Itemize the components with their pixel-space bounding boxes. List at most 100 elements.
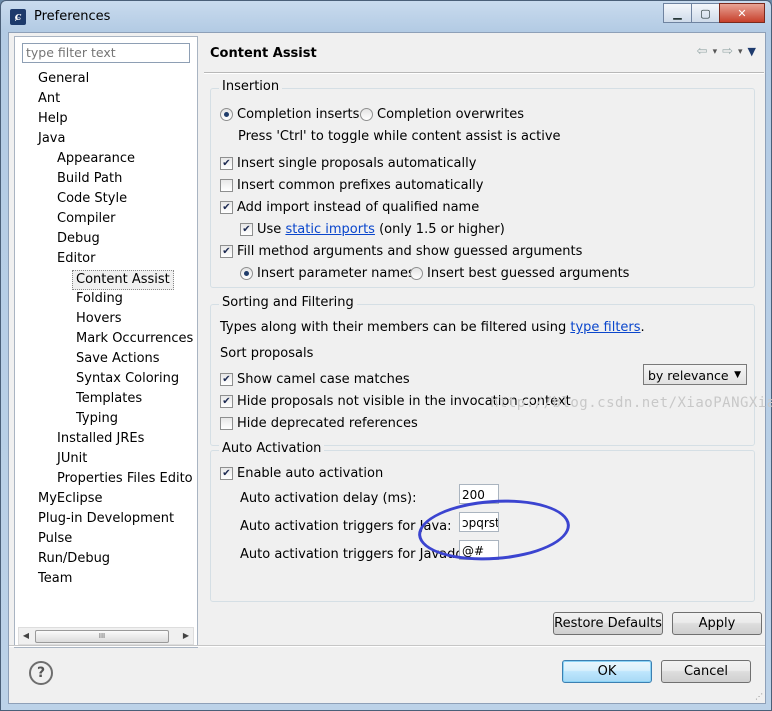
close-button[interactable]: ✕	[719, 3, 765, 23]
scroll-left-icon[interactable]: ◀	[19, 628, 33, 644]
insert-single-checkbox[interactable]: ✔ Insert single proposals automatically	[220, 156, 476, 171]
tree-item[interactable]: Save Actions	[76, 350, 160, 368]
scroll-right-icon[interactable]: ▶	[179, 628, 193, 644]
completion-overwrites-radio[interactable]: Completion overwrites	[360, 107, 524, 122]
auto-activation-group-label: Auto Activation	[219, 441, 325, 456]
tree-horizontal-scrollbar[interactable]: ◀ III ▶	[18, 627, 194, 645]
checkbox-checked-icon[interactable]: ✔	[220, 395, 233, 408]
tree-item[interactable]: Mark Occurrences	[76, 330, 193, 348]
title-separator	[204, 72, 764, 74]
show-camel-case-checkbox[interactable]: ✔ Show camel case matches	[220, 372, 410, 387]
forward-history-dropdown-icon[interactable]: ▾	[738, 47, 743, 57]
tree-item[interactable]: Properties Files Edito	[57, 470, 193, 488]
restore-defaults-button[interactable]: Restore Defaults	[553, 612, 663, 635]
checkbox-label: Fill method arguments and show guessed a…	[237, 244, 583, 259]
tree-item[interactable]: Run/Debug	[38, 550, 110, 568]
help-icon[interactable]: ?	[29, 661, 53, 685]
tree-item[interactable]: MyEclipse	[38, 490, 103, 508]
insert-common-checkbox[interactable]: Insert common prefixes automatically	[220, 178, 484, 193]
back-arrow-icon[interactable]: ⇦	[697, 44, 708, 59]
forward-arrow-icon[interactable]: ⇨	[722, 44, 733, 59]
resize-grip-icon[interactable]: ⋰	[755, 692, 763, 701]
tree-item[interactable]: Appearance	[57, 150, 135, 168]
tree-item[interactable]: Content Assist	[72, 270, 174, 290]
content-assist-page: Content Assist ⇦ ▾ ⇨ ▾ ▼ Insertion Compl…	[204, 36, 772, 635]
apply-button[interactable]: Apply	[672, 612, 762, 635]
checkbox-checked-icon[interactable]: ✔	[220, 157, 233, 170]
radio-unselected-icon[interactable]	[410, 267, 423, 280]
tree-item[interactable]: Syntax Coloring	[76, 370, 179, 388]
insert-best-guessed-radio[interactable]: Insert best guessed arguments	[410, 266, 629, 281]
type-filters-text: Types along with their members can be fi…	[220, 320, 645, 335]
fill-method-args-checkbox[interactable]: ✔ Fill method arguments and show guessed …	[220, 244, 582, 259]
checkbox-unchecked-icon[interactable]	[220, 417, 233, 430]
back-history-dropdown-icon[interactable]: ▾	[713, 47, 718, 57]
tree-item[interactable]: Hovers	[76, 310, 122, 328]
radio-selected-icon[interactable]	[220, 108, 233, 121]
tree-item[interactable]: Pulse	[38, 530, 72, 548]
checkbox-checked-icon[interactable]: ✔	[220, 245, 233, 258]
radio-label: Completion inserts	[237, 107, 360, 122]
use-static-imports-checkbox[interactable]: ✔ Use static imports (only 1.5 or higher)	[240, 222, 505, 237]
sort-proposals-select[interactable]: by relevance ▼	[643, 364, 747, 385]
checkbox-label: Enable auto activation	[237, 466, 384, 481]
checkbox-label: Insert common prefixes automatically	[237, 178, 484, 193]
radio-selected-icon[interactable]	[240, 267, 253, 280]
eclipse-app-icon: ɕ	[10, 9, 26, 25]
tree-item[interactable]: Folding	[76, 290, 123, 308]
title-bar[interactable]: ɕ Preferences ▁ ▢ ✕	[1, 1, 771, 33]
tree-item[interactable]: Installed JREs	[57, 430, 144, 448]
toggle-hint-text: Press 'Ctrl' to toggle while content ass…	[238, 129, 561, 144]
ok-button[interactable]: OK	[562, 660, 652, 683]
tree-item[interactable]: Compiler	[57, 210, 116, 228]
tree-item[interactable]: Editor	[57, 250, 95, 268]
filter-input[interactable]	[22, 43, 190, 63]
checkbox-checked-icon[interactable]: ✔	[220, 467, 233, 480]
checkbox-label-suffix: (only 1.5 or higher)	[379, 222, 505, 237]
radio-label: Completion overwrites	[377, 107, 525, 122]
sorting-group-label: Sorting and Filtering	[219, 295, 357, 310]
scrollbar-thumb[interactable]: III	[35, 630, 169, 643]
type-filters-link[interactable]: type filters	[570, 320, 640, 335]
tree-item[interactable]: Code Style	[57, 190, 127, 208]
tree-item[interactable]: Templates	[76, 390, 142, 408]
tree-item[interactable]: Team	[38, 570, 72, 588]
window-title: Preferences	[34, 9, 111, 24]
sort-proposals-value: by relevance	[648, 368, 729, 383]
tree-item[interactable]: Build Path	[57, 170, 122, 188]
cancel-button[interactable]: Cancel	[661, 660, 751, 683]
add-import-checkbox[interactable]: ✔ Add import instead of qualified name	[220, 200, 479, 215]
hide-deprecated-checkbox[interactable]: Hide deprecated references	[220, 416, 418, 431]
tree-item[interactable]: Typing	[76, 410, 118, 428]
completion-inserts-radio[interactable]: Completion inserts	[220, 107, 359, 122]
period-text: .	[640, 320, 645, 335]
enable-auto-activation-checkbox[interactable]: ✔ Enable auto activation	[220, 466, 383, 481]
radio-label: Insert best guessed arguments	[427, 266, 630, 281]
minimize-button[interactable]: ▁	[663, 3, 692, 23]
tree-item[interactable]: Java	[38, 130, 65, 148]
type-filters-description: Types along with their members can be fi…	[220, 320, 567, 335]
checkbox-label: Use	[257, 222, 282, 237]
preference-tree-pane: General Ant Help Java Appearance Build Path Co…	[14, 36, 198, 648]
maximize-button[interactable]: ▢	[691, 3, 720, 23]
checkbox-checked-icon[interactable]: ✔	[220, 201, 233, 214]
checkbox-checked-icon[interactable]: ✔	[220, 373, 233, 386]
static-imports-link[interactable]: static imports	[285, 222, 375, 237]
tree-item[interactable]: Ant	[38, 90, 60, 108]
radio-unselected-icon[interactable]	[360, 108, 373, 121]
checkbox-unchecked-icon[interactable]	[220, 179, 233, 192]
page-navigation: ⇦ ▾ ⇨ ▾ ▼	[697, 44, 756, 59]
blog-watermark: http://blog.csdn.net/XiaoPANGXia	[490, 395, 772, 411]
insert-parameter-names-radio[interactable]: Insert parameter names	[240, 266, 415, 281]
checkbox-checked-icon[interactable]: ✔	[240, 223, 253, 236]
tree-item[interactable]: Plug-in Development	[38, 510, 174, 528]
tree-item[interactable]: Debug	[57, 230, 100, 248]
bottom-separator	[9, 645, 765, 647]
tree-item[interactable]: General	[38, 70, 89, 88]
tree-item[interactable]: JUnit	[57, 450, 87, 468]
tree-item[interactable]: Help	[38, 110, 68, 128]
preferences-window: ɕ Preferences ▁ ▢ ✕ General Ant Help Java Ap…	[0, 0, 772, 711]
view-menu-icon[interactable]: ▼	[748, 45, 756, 58]
sort-proposals-label: Sort proposals	[220, 346, 314, 361]
chevron-down-icon[interactable]: ▼	[734, 365, 741, 386]
